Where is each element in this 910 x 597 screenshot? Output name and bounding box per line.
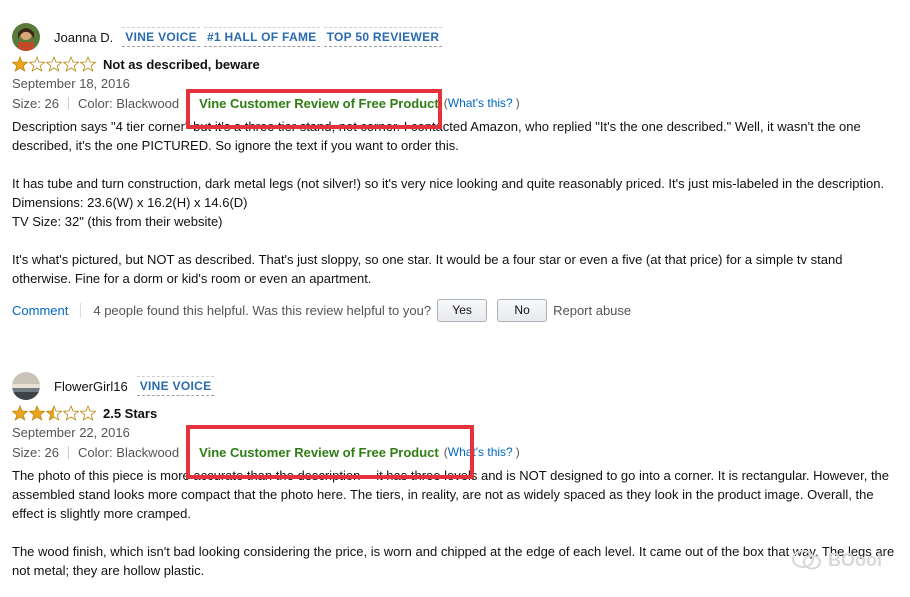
whats-this-link[interactable]: What's this? [448,96,513,110]
review-body: Description says "4 tier corner" but it'… [12,117,898,288]
star-icon [46,405,62,421]
comment-link[interactable]: Comment [12,303,68,318]
highlight-box [186,89,442,129]
report-abuse-link[interactable]: Report abuse [553,303,631,318]
size-label[interactable]: Size: 26 [12,96,59,111]
review-paragraph: TV Size: 32" (this from their website) [12,214,223,229]
review-paragraph: The wood finish, which isn't bad looking… [12,544,895,578]
badge-vine-voice[interactable]: VINE VOICE [136,376,215,396]
review-actions: Comment 4 people found this helpful. Was… [12,298,898,322]
highlight-box [186,425,474,479]
star-rating[interactable] [12,56,97,72]
star-rating[interactable] [12,405,97,421]
star-icon [80,405,96,421]
reviewer-name[interactable]: Joanna D. [54,30,113,45]
star-icon [63,56,79,72]
watermark-text: BOool [828,549,882,570]
divider [67,445,69,459]
star-icon [80,56,96,72]
no-button[interactable]: No [497,298,548,322]
color-label[interactable]: Color: Blackwood [78,96,179,111]
star-icon [12,405,28,421]
badge-vine-voice[interactable]: VINE VOICE [122,27,200,47]
watermark: BOool [792,549,882,571]
chat-bubble-icon [792,550,821,570]
review-1: Joanna D. VINE VOICE #1 HALL OF FAME TOP… [12,22,898,322]
reviewer-profile[interactable]: Joanna D. VINE VOICE #1 HALL OF FAME TOP… [12,22,898,52]
divider [80,302,82,318]
review-paragraph: Description says "4 tier corner" but it'… [12,119,861,153]
star-icon [29,405,45,421]
review-body: The photo of this piece is more accurate… [12,466,898,580]
star-icon [12,56,28,72]
star-icon [63,405,79,421]
reviewer-profile[interactable]: FlowerGirl16 VINE VOICE [12,371,898,401]
helpful-text: 4 people found this helpful. Was this re… [93,302,432,318]
divider [67,96,69,110]
review-paragraph: It's what's pictured, but NOT as describ… [12,252,843,286]
reviewer-name[interactable]: FlowerGirl16 [54,379,128,394]
review-title[interactable]: Not as described, beware [103,57,260,72]
badge-top-reviewer[interactable]: TOP 50 REVIEWER [323,27,443,47]
color-label[interactable]: Color: Blackwood [78,445,179,460]
avatar[interactable] [12,372,40,400]
review-date: September 18, 2016 [12,76,130,91]
avatar[interactable] [12,23,40,51]
star-icon [29,56,45,72]
star-icon [46,56,62,72]
review-paragraph: Dimensions: 23.6(W) x 16.2(H) x 14.6(D) [12,195,248,210]
yes-button[interactable]: Yes [437,298,488,322]
review-meta: Size: 26 Color: Blackwood Vine Customer … [12,95,520,111]
review-title[interactable]: 2.5 Stars [103,406,157,421]
review-paragraph: It has tube and turn construction, dark … [12,176,885,191]
badge-hall-of-fame[interactable]: #1 HALL OF FAME [203,27,320,47]
size-label[interactable]: Size: 26 [12,445,59,460]
